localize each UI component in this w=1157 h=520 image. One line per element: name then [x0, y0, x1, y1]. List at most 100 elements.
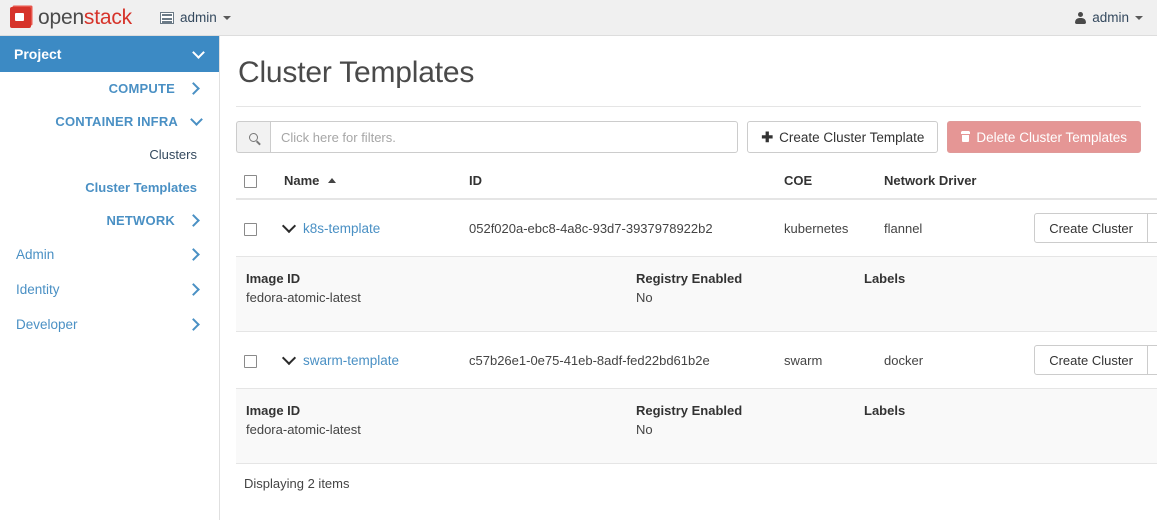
row-coe-cell: kubernetes — [776, 199, 876, 257]
create-cluster-template-button[interactable]: ✚ Create Cluster Template — [747, 121, 938, 153]
row-name-cell: k8s-template — [276, 199, 461, 257]
sidebar-item-developer[interactable]: Developer — [0, 307, 219, 342]
sidebar-item-cluster-templates[interactable]: Cluster Templates — [0, 171, 219, 204]
sidebar-group-network-label: NETWORK — [106, 213, 175, 228]
detail-labels: Labels — [864, 403, 1064, 437]
search-icon — [249, 133, 258, 142]
table-toolbar: ✚ Create Cluster Template Delete Cluster… — [236, 121, 1141, 153]
sidebar-panel-project-label: Project — [14, 46, 61, 62]
row-network-driver-cell: docker — [876, 332, 1026, 389]
column-header-name[interactable]: Name — [276, 165, 461, 199]
create-cluster-button[interactable]: Create Cluster — [1034, 345, 1148, 375]
row-name-cell: swarm-template — [276, 332, 461, 389]
brand-stack-text: stack — [84, 6, 132, 29]
cluster-template-link[interactable]: k8s-template — [303, 221, 380, 236]
detail-registry-enabled: Registry Enabled No — [636, 271, 864, 305]
chevron-down-icon — [190, 113, 203, 126]
chevron-right-icon — [187, 248, 200, 261]
row-actions-dropdown-toggle[interactable] — [1148, 213, 1157, 243]
openstack-logo-icon — [10, 7, 31, 28]
table-row-detail: Image ID fedora-atomic-latest Registry E… — [236, 389, 1157, 464]
column-header-id[interactable]: ID — [461, 165, 776, 199]
chevron-right-icon — [187, 82, 200, 95]
detail-labels-label: Labels — [864, 403, 1064, 418]
row-action-button-group: Create Cluster — [1034, 213, 1157, 243]
chevron-down-icon — [1135, 16, 1143, 20]
table-row[interactable]: k8s-template 052f020a-ebc8-4a8c-93d7-393… — [236, 199, 1157, 257]
chevron-down-icon — [192, 46, 205, 59]
table-body: k8s-template 052f020a-ebc8-4a8c-93d7-393… — [236, 199, 1157, 464]
cluster-template-link[interactable]: swarm-template — [303, 353, 399, 368]
main-content: Cluster Templates ✚ Create Cluster Templ… — [220, 36, 1157, 520]
detail-image-id: Image ID fedora-atomic-latest — [246, 271, 636, 305]
search-input[interactable] — [270, 121, 738, 153]
project-switcher[interactable]: admin — [160, 10, 231, 25]
column-header-actions — [1026, 165, 1157, 199]
sidebar-item-developer-label: Developer — [16, 317, 78, 332]
filter-search-group — [236, 121, 738, 153]
row-detail-cell: Image ID fedora-atomic-latest Registry E… — [236, 389, 1157, 464]
plus-icon: ✚ — [761, 130, 773, 144]
row-id-cell: 052f020a-ebc8-4a8c-93d7-3937978922b2 — [461, 199, 776, 257]
column-header-coe[interactable]: COE — [776, 165, 876, 199]
row-select-cell — [236, 199, 276, 257]
detail-image-id-value: fedora-atomic-latest — [246, 290, 636, 305]
project-switcher-label: admin — [180, 10, 217, 25]
detail-labels: Labels — [864, 271, 1064, 305]
sidebar-group-compute[interactable]: COMPUTE — [0, 72, 219, 105]
row-select-cell — [236, 332, 276, 389]
delete-cluster-templates-label: Delete Cluster Templates — [976, 130, 1127, 145]
column-header-network-driver[interactable]: Network Driver — [876, 165, 1026, 199]
row-checkbox[interactable] — [244, 355, 257, 368]
table-header: Name ID COE Network Driver — [236, 165, 1157, 199]
sidebar-navigation: Project COMPUTE CONTAINER INFRA Clusters… — [0, 36, 220, 520]
chevron-right-icon — [187, 283, 200, 296]
delete-cluster-templates-button[interactable]: Delete Cluster Templates — [947, 121, 1141, 153]
detail-registry-enabled-value: No — [636, 290, 864, 305]
row-expand-toggle-icon[interactable] — [282, 351, 296, 365]
row-actions-cell: Create Cluster — [1026, 199, 1157, 257]
table-header-row: Name ID COE Network Driver — [236, 165, 1157, 199]
detail-image-id-label: Image ID — [246, 403, 636, 418]
trash-icon — [961, 132, 970, 142]
table-footer-count: Displaying 2 items — [236, 464, 1141, 491]
table-row[interactable]: swarm-template c57b26e1-0e75-41eb-8adf-f… — [236, 332, 1157, 389]
search-button[interactable] — [236, 121, 270, 153]
row-network-driver-cell: flannel — [876, 199, 1026, 257]
sidebar-item-clusters[interactable]: Clusters — [0, 138, 219, 171]
page-title: Cluster Templates — [238, 56, 1141, 90]
user-menu-label: admin — [1092, 10, 1129, 25]
detail-labels-label: Labels — [864, 271, 1064, 286]
create-cluster-button[interactable]: Create Cluster — [1034, 213, 1148, 243]
page-layout: Project COMPUTE CONTAINER INFRA Clusters… — [0, 36, 1157, 520]
detail-image-id-label: Image ID — [246, 271, 636, 286]
sidebar-item-admin[interactable]: Admin — [0, 237, 219, 272]
detail-image-id: Image ID fedora-atomic-latest — [246, 403, 636, 437]
brand-open-text: open — [38, 6, 84, 29]
chevron-right-icon — [187, 318, 200, 331]
detail-registry-enabled: Registry Enabled No — [636, 403, 864, 437]
row-actions-dropdown-toggle[interactable] — [1148, 345, 1157, 375]
row-expand-toggle-icon[interactable] — [282, 219, 296, 233]
detail-image-id-value: fedora-atomic-latest — [246, 422, 636, 437]
detail-registry-enabled-label: Registry Enabled — [636, 403, 864, 418]
row-actions-cell: Create Cluster — [1026, 332, 1157, 389]
cluster-templates-table: Name ID COE Network Driver — [236, 165, 1157, 464]
detail-registry-enabled-value: No — [636, 422, 864, 437]
column-header-name-label: Name — [284, 173, 319, 188]
sidebar-panel-project[interactable]: Project — [0, 36, 219, 72]
detail-registry-enabled-label: Registry Enabled — [636, 271, 864, 286]
row-checkbox[interactable] — [244, 223, 257, 236]
select-all-checkbox[interactable] — [244, 175, 257, 188]
openstack-brand-link[interactable]: openstack — [10, 7, 132, 28]
select-all-header — [236, 165, 276, 199]
top-navbar: openstack admin admin — [0, 0, 1157, 36]
row-detail-cell: Image ID fedora-atomic-latest Registry E… — [236, 257, 1157, 332]
brand-wordmark: openstack — [38, 7, 132, 28]
sort-ascending-icon — [328, 178, 336, 183]
sidebar-item-identity[interactable]: Identity — [0, 272, 219, 307]
sidebar-group-network[interactable]: NETWORK — [0, 204, 219, 237]
sidebar-group-container-infra[interactable]: CONTAINER INFRA — [0, 105, 219, 138]
user-menu[interactable]: admin — [1075, 10, 1143, 25]
create-cluster-template-label: Create Cluster Template — [779, 130, 924, 145]
